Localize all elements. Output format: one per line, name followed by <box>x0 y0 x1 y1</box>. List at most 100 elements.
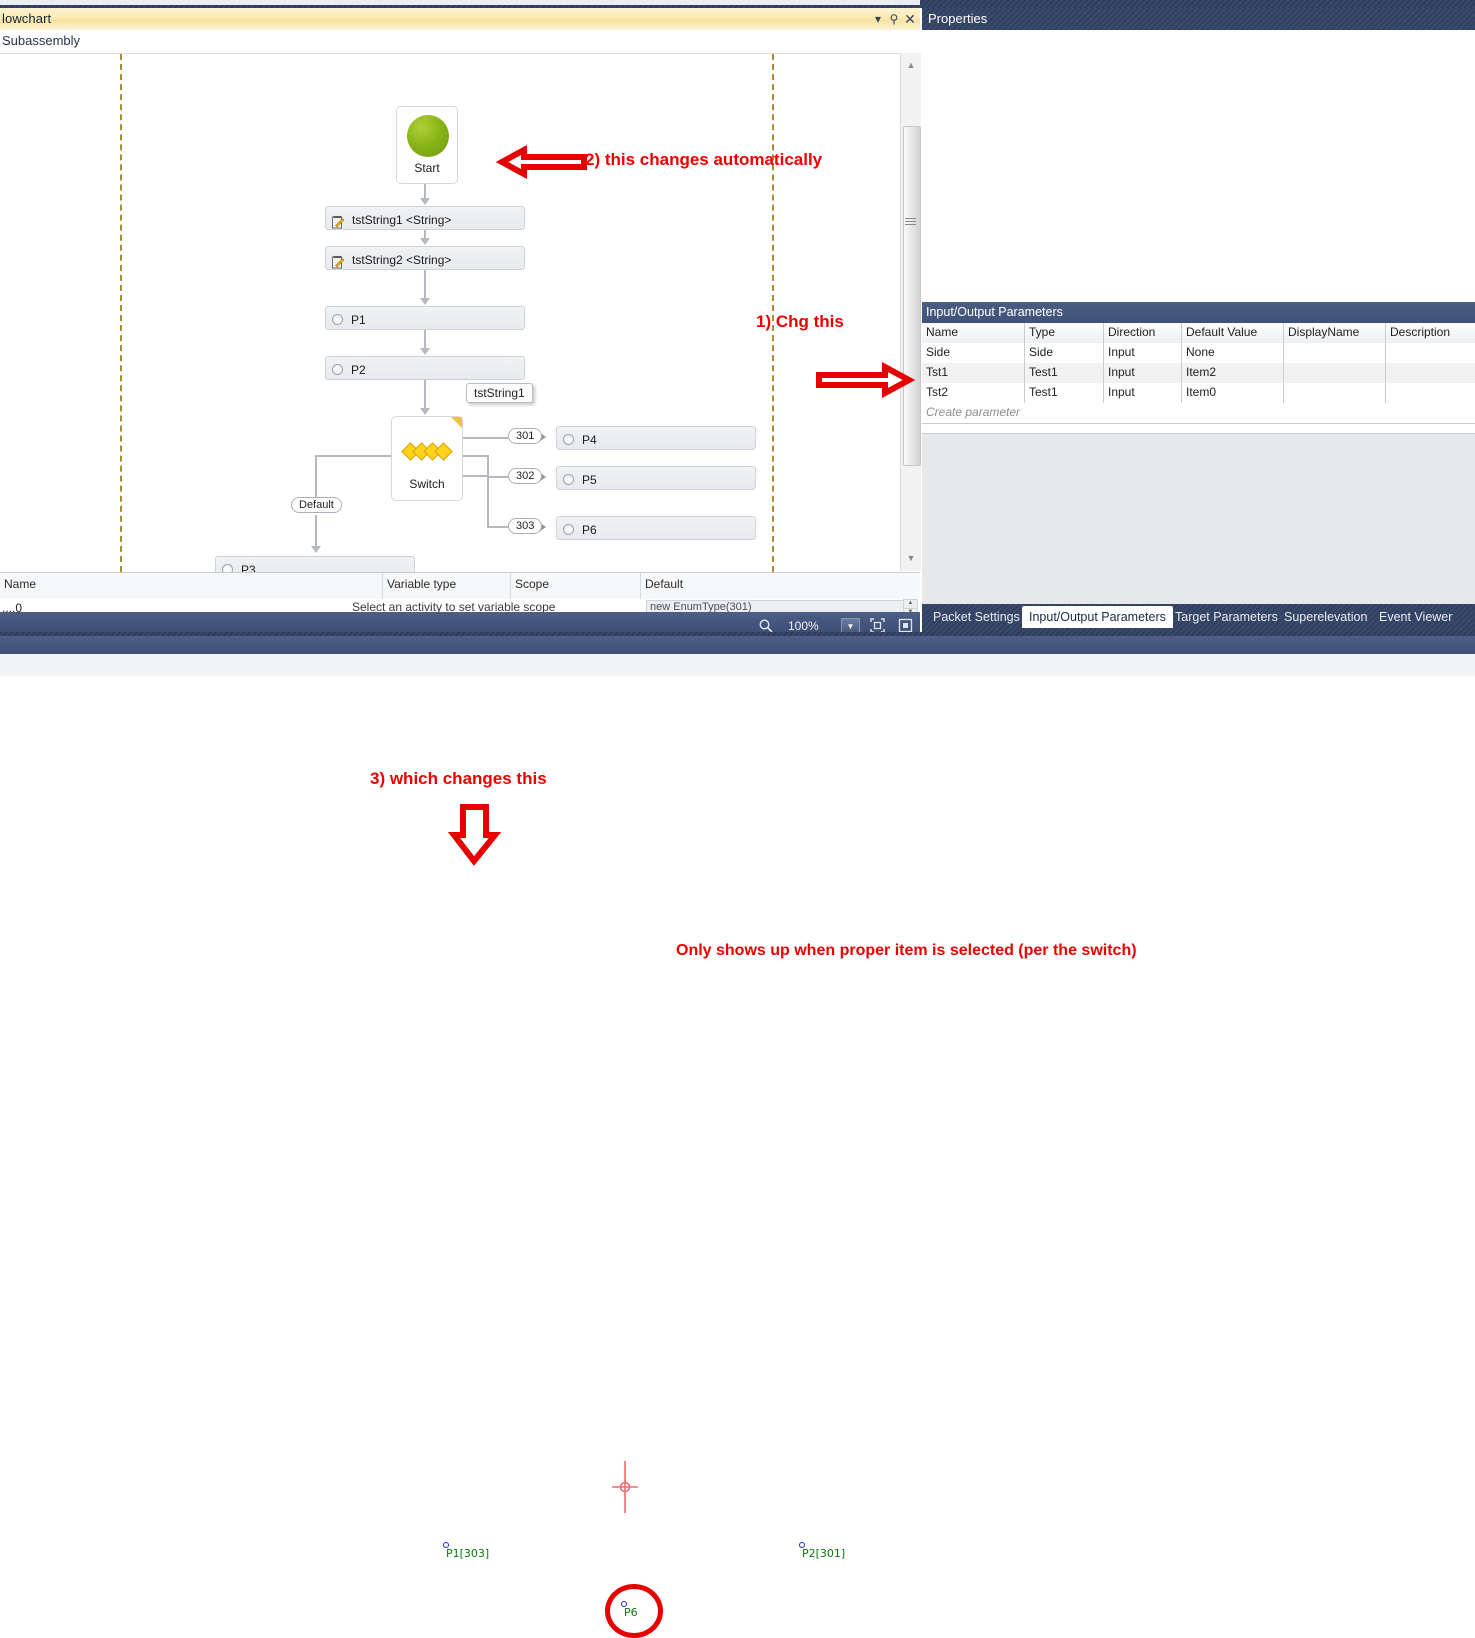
table-row[interactable]: Tst2 Test1 Input Item0 <box>922 383 1475 404</box>
cell-description[interactable] <box>1386 343 1475 363</box>
cell-displayname[interactable] <box>1284 343 1386 363</box>
expand-corner-icon[interactable] <box>451 417 462 428</box>
lower-blue-bar <box>0 636 1475 654</box>
flow-node-P3[interactable]: P3 <box>215 556 415 572</box>
variables-col-default[interactable]: Default <box>641 573 920 599</box>
breadcrumb[interactable]: Subassembly <box>2 33 80 48</box>
cell-type[interactable]: Test1 <box>1025 363 1104 383</box>
scrollbar-thumb[interactable] <box>903 126 921 466</box>
cad-drawing-area[interactable]: P1[303] P2[301] P6 <box>0 676 1475 1638</box>
variables-col-scope[interactable]: Scope <box>511 573 641 599</box>
connector-case-302a <box>461 455 489 457</box>
create-parameter-placeholder[interactable]: Create parameter <box>926 405 1020 419</box>
flow-node-label: tstString2 <String> <box>352 252 452 267</box>
properties-body[interactable] <box>922 30 1475 302</box>
io-col-displayname[interactable]: DisplayName <box>1284 323 1386 343</box>
flow-node-tstString2[interactable]: tstString2 <String> <box>325 246 525 270</box>
annotation-3-text: 3) which changes this <box>370 769 547 788</box>
io-grid-header-row: Name Type Direction Default Value Displa… <box>922 323 1475 344</box>
designer-top-edge <box>0 0 920 5</box>
cell-direction[interactable]: Input <box>1104 343 1182 363</box>
connector-arrow <box>420 198 430 205</box>
close-icon[interactable]: ✕ <box>902 11 918 27</box>
io-col-description[interactable]: Description <box>1386 323 1475 343</box>
connector-arrow <box>420 298 430 305</box>
cell-displayname[interactable] <box>1284 383 1386 403</box>
flow-node-P2[interactable]: P2 <box>325 356 525 380</box>
properties-title: Properties <box>928 11 988 26</box>
chevron-down-icon[interactable]: ▾ <box>870 11 886 27</box>
io-col-type[interactable]: Type <box>1025 323 1104 343</box>
cell-description[interactable] <box>1386 383 1475 403</box>
io-parameters-grid[interactable]: Name Type Direction Default Value Displa… <box>922 323 1475 433</box>
connector-p1-to-p2 <box>424 330 426 349</box>
cell-default[interactable]: Item2 <box>1182 363 1284 383</box>
case-label-303[interactable]: 303 <box>508 518 543 534</box>
cell-direction[interactable]: Input <box>1104 383 1182 403</box>
table-row[interactable]: Side Side Input None <box>922 343 1475 364</box>
annotation-2-text: 2) this changes automatically <box>585 150 823 169</box>
properties-header: Properties <box>922 8 1475 30</box>
flow-node-tstString1[interactable]: tstString1 <String> <box>325 206 525 230</box>
point-icon <box>563 524 574 536</box>
connector-default-b <box>315 455 317 497</box>
cell-default[interactable]: None <box>1182 343 1284 363</box>
flow-node-P1[interactable]: P1 <box>325 306 525 330</box>
cell-displayname[interactable] <box>1284 363 1386 383</box>
case-label-301[interactable]: 301 <box>508 428 543 444</box>
io-col-default-value[interactable]: Default Value <box>1182 323 1284 343</box>
connector-arrow <box>311 546 321 553</box>
case-label-302[interactable]: 302 <box>508 468 543 484</box>
tab-packet-settings[interactable]: Packet Settings <box>926 606 1027 628</box>
cell-name[interactable]: Tst2 <box>922 383 1025 403</box>
point-icon <box>222 564 233 572</box>
scroll-up-icon[interactable]: ▲ <box>904 58 918 72</box>
breadcrumb-bar: Subassembly <box>0 30 920 52</box>
io-col-name[interactable]: Name <box>922 323 1025 343</box>
designer-title: lowchart <box>2 11 52 26</box>
crosshair-marker-icon <box>610 1461 640 1513</box>
tab-target-parameters[interactable]: Target Parameters <box>1168 606 1285 628</box>
tab-superelevation[interactable]: Superelevation <box>1277 606 1374 628</box>
cell-type[interactable]: Side <box>1025 343 1104 363</box>
variables-panel: Name Variable type Scope Default ....0 S… <box>0 572 920 618</box>
point-icon <box>563 474 574 486</box>
scroll-down-icon[interactable]: ▼ <box>904 551 918 565</box>
point-icon <box>332 364 343 376</box>
pin-icon[interactable]: ⚲ <box>886 11 902 27</box>
flow-node-P5[interactable]: P5 <box>556 466 756 490</box>
case-label-default[interactable]: Default <box>291 497 342 513</box>
connector-case-301 <box>461 437 508 439</box>
lower-gray-bar <box>0 654 1475 676</box>
variables-col-name[interactable]: Name <box>0 573 383 599</box>
cell-name[interactable]: Side <box>922 343 1025 363</box>
flow-node-label: P5 <box>582 472 597 487</box>
annotation-arrow-left-icon <box>495 144 587 180</box>
io-col-direction[interactable]: Direction <box>1104 323 1182 343</box>
cell-description[interactable] <box>1386 363 1475 383</box>
cell-name[interactable]: Tst1 <box>922 363 1025 383</box>
flow-node-P4[interactable]: P4 <box>556 426 756 450</box>
cell-default[interactable]: Item0 <box>1182 383 1284 403</box>
switch-node[interactable]: Switch <box>391 416 463 501</box>
start-node-label: Start <box>414 161 440 175</box>
connector-arrow <box>420 238 430 245</box>
variables-col-type[interactable]: Variable type <box>383 573 511 599</box>
connector-arrow <box>420 348 430 355</box>
table-row[interactable]: Tst1 Test1 Input Item2 <box>922 363 1475 384</box>
scrollbar-grip-icon <box>905 218 916 227</box>
cell-direction[interactable]: Input <box>1104 363 1182 383</box>
properties-panel: Properties Input/Output Parameters Name … <box>922 8 1475 609</box>
connector-default-c <box>315 515 317 548</box>
flow-node-label: P4 <box>582 432 597 447</box>
annotation-arrow-down-icon <box>447 804 502 866</box>
connector-case-303a <box>461 475 489 477</box>
cell-type[interactable]: Test1 <box>1025 383 1104 403</box>
connector-arrow <box>420 408 430 415</box>
canvas-vertical-scrollbar[interactable]: ▲ ▼ <box>900 53 921 571</box>
flow-node-P6[interactable]: P6 <box>556 516 756 540</box>
start-node[interactable]: Start <box>396 106 458 184</box>
tab-event-viewer[interactable]: Event Viewer <box>1372 606 1459 628</box>
start-circle-icon <box>407 115 449 157</box>
tab-input-output-parameters[interactable]: Input/Output Parameters <box>1022 606 1173 628</box>
